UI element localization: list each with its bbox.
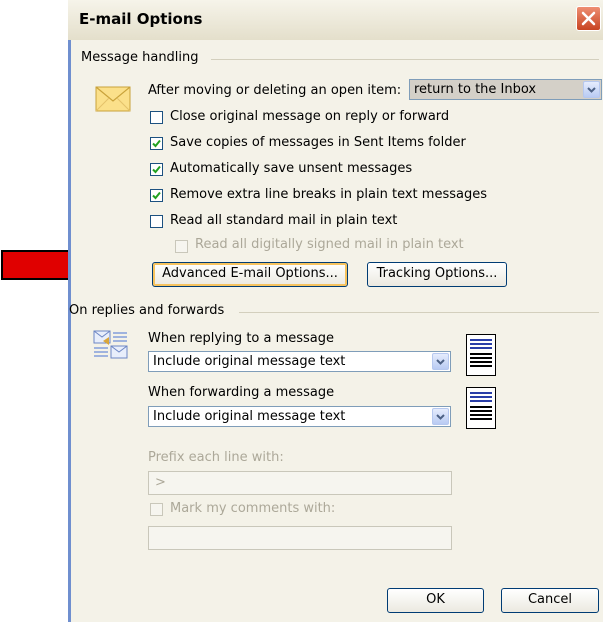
mark-comments-checkbox[interactable] bbox=[150, 503, 163, 516]
read-plain-text-label: Read all standard mail in plain text bbox=[170, 213, 398, 228]
after-moving-label: After moving or deleting an open item: bbox=[148, 83, 402, 98]
message-preview-icon bbox=[466, 334, 496, 376]
prefix-label: Prefix each line with: bbox=[148, 450, 284, 465]
checkmark-icon bbox=[152, 165, 161, 174]
dialog-title: E-mail Options bbox=[79, 10, 203, 28]
close-original-checkbox[interactable] bbox=[150, 111, 163, 124]
envelope-icon bbox=[95, 86, 131, 112]
group-divider bbox=[239, 312, 599, 313]
prefix-input[interactable]: > bbox=[148, 471, 452, 495]
save-copies-checkbox[interactable] bbox=[150, 137, 163, 150]
close-original-label: Close original message on reply or forwa… bbox=[170, 109, 450, 124]
reply-value: Include original message text bbox=[153, 354, 346, 369]
read-signed-plain-text-label: Read all digitally signed mail in plain … bbox=[195, 237, 464, 252]
mark-comments-label: Mark my comments with: bbox=[170, 501, 336, 516]
reply-dropdown[interactable] bbox=[432, 353, 449, 370]
prefix-value: > bbox=[155, 475, 166, 490]
cancel-button[interactable]: Cancel bbox=[501, 588, 599, 613]
chevron-down-icon bbox=[587, 87, 596, 93]
tracking-options-button[interactable]: Tracking Options... bbox=[367, 262, 507, 287]
after-moving-value: return to the Inbox bbox=[414, 82, 537, 97]
checkmark-icon bbox=[152, 139, 161, 148]
after-moving-dropdown[interactable] bbox=[583, 81, 600, 98]
title-bar: E-mail Options bbox=[68, 0, 603, 41]
mark-comments-input[interactable] bbox=[148, 526, 452, 550]
close-icon bbox=[581, 11, 596, 26]
message-preview-icon bbox=[466, 387, 496, 429]
remove-line-breaks-label: Remove extra line breaks in plain text m… bbox=[170, 187, 487, 202]
replies-forwards-label: On replies and forwards bbox=[69, 303, 225, 318]
message-handling-label: Message handling bbox=[81, 50, 199, 65]
forward-select[interactable]: Include original message text bbox=[148, 406, 451, 427]
chevron-down-icon bbox=[436, 359, 445, 365]
after-moving-select[interactable]: return to the Inbox bbox=[409, 79, 602, 100]
ok-button[interactable]: OK bbox=[387, 588, 484, 613]
advanced-email-options-button[interactable]: Advanced E-mail Options... bbox=[152, 262, 348, 287]
reply-select[interactable]: Include original message text bbox=[148, 351, 451, 372]
group-divider bbox=[211, 59, 599, 60]
forward-value: Include original message text bbox=[153, 409, 346, 424]
read-plain-text-checkbox[interactable] bbox=[150, 215, 163, 228]
chevron-down-icon bbox=[436, 414, 445, 420]
remove-line-breaks-checkbox[interactable] bbox=[150, 189, 163, 202]
auto-save-label: Automatically save unsent messages bbox=[170, 161, 413, 176]
save-copies-label: Save copies of messages in Sent Items fo… bbox=[170, 135, 466, 150]
close-button[interactable] bbox=[576, 6, 601, 31]
reply-forward-icon bbox=[93, 330, 128, 359]
reply-label: When replying to a message bbox=[148, 331, 335, 346]
auto-save-checkbox[interactable] bbox=[150, 163, 163, 176]
checkmark-icon bbox=[152, 191, 161, 200]
forward-dropdown[interactable] bbox=[432, 408, 449, 425]
read-signed-plain-text-checkbox[interactable] bbox=[175, 240, 188, 253]
dialog-body: Message handling After moving or deletin… bbox=[69, 40, 603, 622]
forward-label: When forwarding a message bbox=[148, 385, 335, 400]
